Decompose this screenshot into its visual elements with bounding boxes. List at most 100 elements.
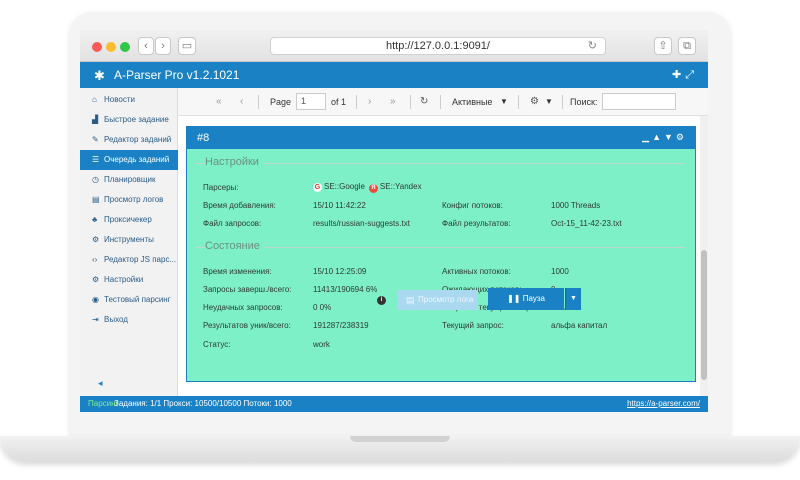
view-log-button[interactable]: ▤ Просмотр лога (398, 290, 478, 310)
laptop-notch (350, 436, 450, 442)
current-query-label: Текущий запрос: (442, 321, 504, 330)
sidebar-item-proxy-checker[interactable]: ♣ Проксичекер (80, 210, 178, 230)
unique-results-value: 191287/238319 (313, 321, 369, 330)
edit-icon: ✎ (92, 135, 99, 144)
move-up-icon[interactable]: ▲ (652, 132, 664, 142)
sitemap-icon: ♣ (92, 215, 98, 224)
first-page-icon[interactable]: « (216, 96, 222, 107)
sidebar-toggle-icon[interactable]: ▭ (178, 37, 196, 55)
sidebar-item-settings[interactable]: ⚙ Настройки (80, 270, 178, 290)
sidebar-item-logs[interactable]: ▤ Просмотр логов (80, 190, 178, 210)
minimize-icon[interactable]: ▁ (642, 132, 652, 142)
pause-icon: ❚❚ (507, 294, 521, 303)
logo-icon: ✱ (94, 68, 105, 83)
sidebar-item-quick-task[interactable]: ▟ Быстрое задание (80, 110, 178, 130)
settings-gear-icon[interactable]: ⚙ (530, 96, 539, 107)
pin-icon[interactable]: ✚ (672, 69, 685, 81)
parser-yandex: SE::Yandex (379, 182, 422, 191)
threads-config-label: Конфиг потоков: (442, 201, 503, 210)
parsers-value: G SE::Google Я SE::Yandex (313, 182, 422, 193)
header-actions: ✚⤢ (672, 68, 698, 82)
maximize-window-dot[interactable] (120, 42, 130, 52)
view-log-label: Просмотр лога (418, 295, 474, 304)
browser-chrome: ‹ › ▭ http://127.0.0.1:9091/ ↻ ⇧ ⧉ (80, 30, 708, 62)
sidebar-item-scheduler[interactable]: ◷ Планировщик (80, 170, 178, 190)
move-down-icon[interactable]: ▼ (664, 132, 676, 142)
pager-toolbar: « ‹ Page 1 of 1 › » ↻ Активные ▼ ⚙ ▼ Пои… (178, 88, 708, 116)
collapse-sidebar-icon[interactable]: ◂ (98, 378, 103, 389)
prev-page-icon[interactable]: ‹ (240, 96, 243, 107)
sidebar-item-label: Инструменты (104, 235, 154, 244)
status-value: work (313, 340, 330, 349)
active-threads-value: 1000 (551, 267, 569, 276)
queries-file-label: Файл запросов: (203, 219, 262, 228)
settings-section-title: Настройки (205, 156, 263, 168)
sidebar-item-label: Планировщик (104, 175, 156, 184)
reload-icon[interactable]: ↻ (588, 38, 597, 55)
sidebar-item-js-editor[interactable]: ‹› Редактор JS парс... (80, 250, 178, 270)
sidebar-item-label: Быстрое задание (104, 115, 169, 124)
tools-icon: ⚙ (92, 235, 100, 244)
queries-file-value: results/russian-suggests.txt (313, 219, 410, 228)
task-panel: #8 ▁▲▼⚙ Настройки Парсеры: G SE::Google Я S… (186, 126, 696, 382)
sidebar-item-label: Редактор JS парс... (104, 255, 177, 264)
app-title: A-Parser Pro v1.2.1021 (114, 68, 240, 82)
page-count: of 1 (331, 97, 347, 107)
added-label: Время добавления: (203, 201, 276, 210)
tabs-icon[interactable]: ⧉ (678, 37, 696, 55)
sidebar-item-task-queue[interactable]: ☰ Очередь заданий (80, 150, 178, 170)
url-bar[interactable]: http://127.0.0.1:9091/ ↻ (270, 37, 606, 55)
expand-icon[interactable]: ⤢ (685, 69, 698, 81)
list-icon: ☰ (92, 155, 100, 164)
failed-queries-value: 0 0% (313, 303, 332, 312)
url-text: http://127.0.0.1:9091/ (386, 40, 490, 52)
sidebar-item-news[interactable]: ⌂ Новости (80, 90, 178, 110)
google-icon: G (313, 183, 322, 192)
separator (562, 95, 563, 109)
page-label: Page (270, 97, 292, 107)
sidebar-item-test-parsing[interactable]: ◉ Тестовый парсинг (80, 290, 178, 310)
sidebar-item-label: Редактор заданий (104, 135, 172, 144)
section-divider (195, 247, 685, 248)
last-page-icon[interactable]: » (390, 96, 396, 107)
unique-results-label: Результатов уник/всего: (203, 321, 291, 330)
done-queries-value: 11413/190694 6% (313, 285, 378, 294)
pause-dropdown-icon[interactable]: ▼ (565, 288, 581, 310)
status-info: Задания: 1/1 Прокси: 10500/10500 Потоки:… (114, 399, 292, 408)
back-icon[interactable]: ‹ (138, 37, 154, 55)
task-header: #8 ▁▲▼⚙ (187, 127, 695, 149)
page-input[interactable]: 1 (296, 93, 326, 110)
website-link[interactable]: https://a-parser.com/ (627, 396, 700, 412)
sidebar-item-label: Очередь заданий (104, 155, 170, 164)
minimize-window-dot[interactable] (106, 42, 116, 52)
failed-queries-label: Неудачных запросов: (203, 303, 283, 312)
added-value: 15/10 11:42:22 (313, 201, 366, 210)
sidebar-item-logout[interactable]: ⇥ Выход (80, 310, 178, 330)
results-file-label: Файл результатов: (442, 219, 511, 228)
scrollbar-thumb[interactable] (701, 250, 707, 380)
clock-icon: ◷ (92, 175, 99, 184)
next-page-icon[interactable]: › (368, 96, 371, 107)
sidebar-item-label: Новости (104, 95, 135, 104)
yandex-icon: Я (368, 184, 378, 193)
close-window-dot[interactable] (92, 42, 102, 52)
parsers-label: Парсеры: (203, 183, 239, 192)
filter-select[interactable]: Активные (452, 97, 492, 107)
refresh-icon[interactable]: ↻ (420, 96, 428, 107)
info-icon[interactable]: i (377, 296, 386, 305)
pause-button[interactable]: ❚❚ Пауза (488, 288, 564, 310)
search-input[interactable] (602, 93, 676, 110)
cogs-icon: ⚙ (92, 275, 100, 284)
share-icon[interactable]: ⇧ (654, 37, 672, 55)
settings-caret-icon[interactable]: ▼ (545, 97, 553, 106)
changed-value: 15/10 12:25:09 (313, 267, 367, 276)
code-icon: ‹› (92, 255, 98, 264)
home-icon: ⌂ (92, 95, 97, 104)
status-label: Статус: (203, 340, 231, 349)
filter-caret-icon[interactable]: ▼ (500, 97, 508, 106)
gear-icon[interactable]: ⚙ (676, 132, 687, 142)
search-label: Поиск: (570, 97, 598, 107)
sidebar-item-task-editor[interactable]: ✎ Редактор заданий (80, 130, 178, 150)
forward-icon[interactable]: › (155, 37, 171, 55)
sidebar-item-tools[interactable]: ⚙ Инструменты (80, 230, 178, 250)
